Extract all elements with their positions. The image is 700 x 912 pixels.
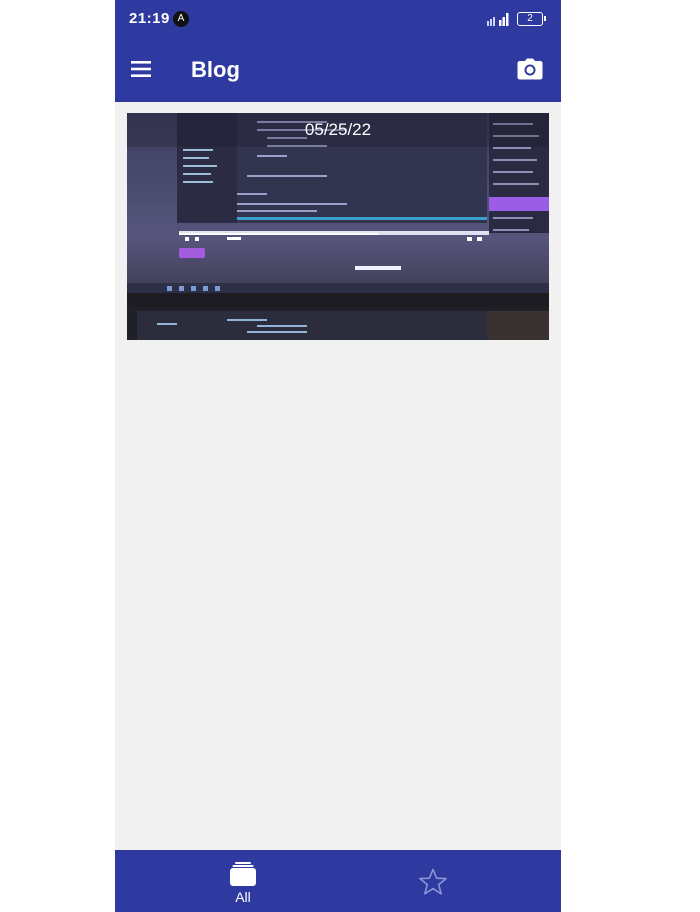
post-photo bbox=[127, 113, 549, 340]
nav-tab-all[interactable]: All bbox=[215, 850, 271, 912]
post-date: 05/25/22 bbox=[127, 113, 549, 147]
app-screen: 21:19 A 2 Blog 05/25/22 All bbox=[115, 0, 561, 912]
camera-icon[interactable] bbox=[517, 58, 543, 80]
page-title: Blog bbox=[191, 57, 240, 82]
stack-icon bbox=[230, 862, 256, 886]
status-time: 21:19 bbox=[129, 10, 170, 27]
nav-tab-favorites[interactable] bbox=[405, 850, 461, 912]
post-card[interactable]: 05/25/22 bbox=[127, 113, 549, 340]
bottom-navigation: All bbox=[115, 850, 561, 912]
hamburger-menu-icon[interactable] bbox=[131, 60, 151, 78]
notification-app-icon: A bbox=[173, 11, 189, 27]
signal-icon bbox=[487, 13, 509, 26]
nav-tab-all-label: All bbox=[235, 889, 251, 905]
status-bar: 21:19 A 2 bbox=[115, 0, 561, 40]
star-outline-icon bbox=[419, 868, 447, 895]
app-bar: Blog bbox=[115, 40, 561, 102]
battery-icon: 2 bbox=[517, 12, 546, 26]
